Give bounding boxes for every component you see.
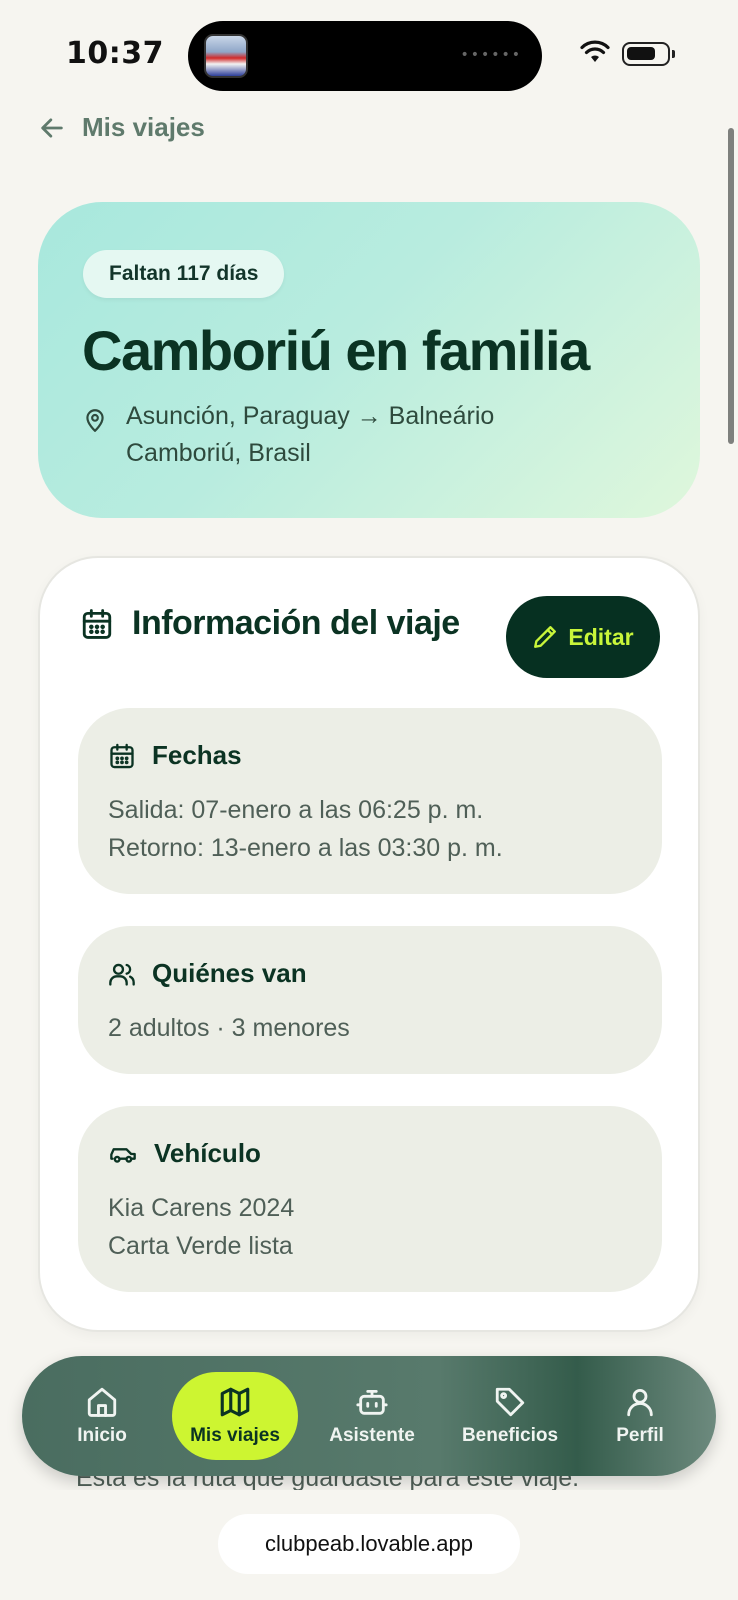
status-time: 10:37 xyxy=(66,36,164,71)
trip-info-card: Información del viaje Editar Fechas Sali… xyxy=(38,556,700,1332)
live-activity-app-icon xyxy=(204,34,248,78)
home-icon xyxy=(87,1387,117,1417)
nav-item-inicio[interactable]: Inicio xyxy=(50,1356,154,1476)
trip-title: Camboriú en familia xyxy=(82,319,590,382)
vehicle-title: Vehículo xyxy=(154,1138,261,1168)
nav-label-asistente: Asistente xyxy=(329,1425,415,1446)
vehicle-model: Kia Carens 2024 xyxy=(108,1194,295,1222)
nav-label-perfil: Perfil xyxy=(616,1425,664,1446)
vehicle-document: Carta Verde lista xyxy=(108,1232,293,1260)
arrow-left-icon xyxy=(41,117,63,138)
travelers-title: Quiénes van xyxy=(152,958,307,988)
bot-icon xyxy=(356,1389,388,1415)
users-icon xyxy=(109,963,135,986)
calendar-icon xyxy=(110,743,134,768)
info-header: Información del viaje xyxy=(80,604,460,643)
edit-button-label: Editar xyxy=(568,623,634,650)
page-scrollbar[interactable] xyxy=(728,128,734,444)
bottom-navigation: Inicio Mis viajes Asistente Beneficios P… xyxy=(22,1356,716,1476)
info-title: Información del viaje xyxy=(132,604,460,642)
nav-label-beneficios: Beneficios xyxy=(461,1425,559,1446)
departure-text: Salida: 07-enero a las 06:25 p. m. xyxy=(108,796,484,824)
back-link-label: Mis viajes xyxy=(82,112,205,142)
dynamic-island: •••••• xyxy=(188,21,542,91)
nav-item-perfil[interactable]: Perfil xyxy=(590,1356,690,1476)
wifi-icon xyxy=(580,40,610,62)
dates-title: Fechas xyxy=(152,740,242,770)
user-icon xyxy=(627,1388,653,1417)
car-icon xyxy=(110,1147,136,1163)
nav-label-inicio: Inicio xyxy=(77,1425,127,1446)
dates-section: Fechas Salida: 07-enero a las 06:25 p. m… xyxy=(78,708,662,894)
nav-item-beneficios[interactable]: Beneficios xyxy=(440,1356,580,1476)
countdown-badge: Faltan 117 días xyxy=(83,250,285,298)
travelers-section: Quiénes van 2 adultos · 3 menores xyxy=(78,926,662,1074)
map-icon xyxy=(220,1387,250,1417)
trip-hero-card: Faltan 117 días Camboriú en familia Asun… xyxy=(38,202,700,518)
battery-icon xyxy=(622,42,675,66)
pencil-icon xyxy=(534,626,557,648)
vehicle-section: Vehículo Kia Carens 2024 Carta Verde lis… xyxy=(78,1106,662,1292)
nav-label-mis-viajes: Mis viajes xyxy=(190,1425,280,1446)
status-bar: 10:37 •••••• xyxy=(0,0,738,110)
calendar-icon xyxy=(82,608,112,639)
route-text: Asunción, Paraguay → Balneário Camboriú,… xyxy=(126,402,495,467)
nav-item-mis-viajes[interactable]: Mis viajes xyxy=(172,1372,298,1460)
edit-trip-button[interactable]: Editar xyxy=(506,596,660,678)
nav-item-asistente[interactable]: Asistente xyxy=(312,1356,432,1476)
travelers-summary: 2 adultos · 3 menores xyxy=(108,1014,350,1042)
back-to-trips-link[interactable]: Mis viajes xyxy=(38,112,205,143)
map-pin-icon xyxy=(86,409,104,432)
trip-route: Asunción, Paraguay → Balneário Camboriú,… xyxy=(82,398,596,472)
tag-icon xyxy=(495,1387,525,1417)
return-text: Retorno: 13-enero a las 03:30 p. m. xyxy=(108,834,503,862)
island-indicator-dots: •••••• xyxy=(460,47,522,63)
browser-url-bar[interactable]: clubpeab.lovable.app xyxy=(218,1514,520,1574)
